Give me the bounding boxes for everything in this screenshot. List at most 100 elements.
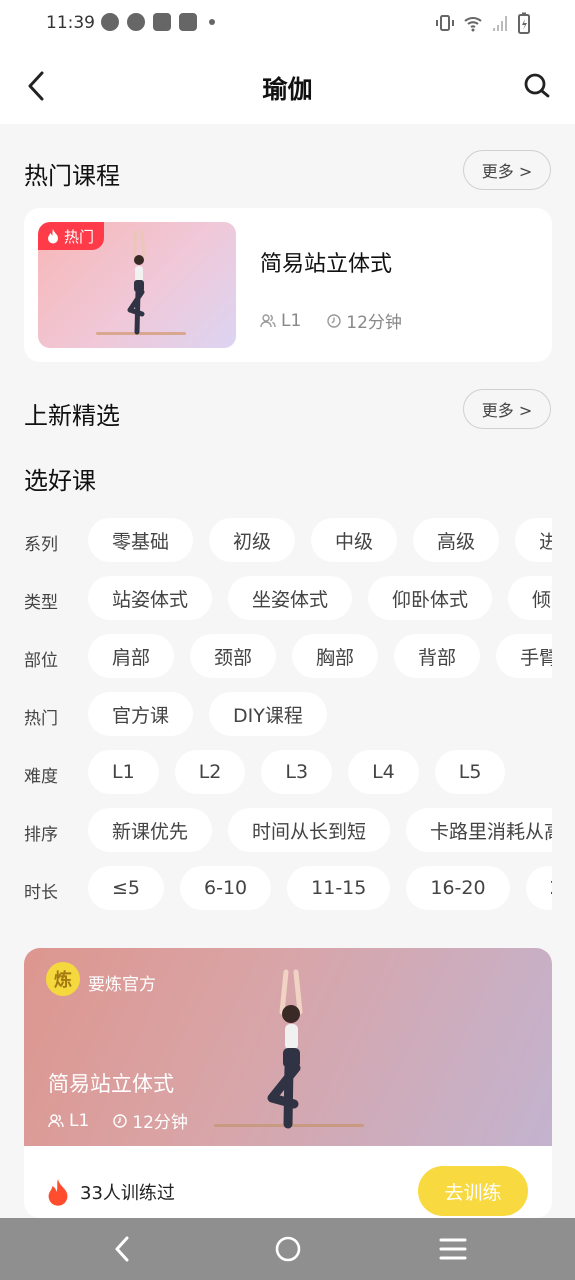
shopping-bag-icon bbox=[179, 13, 197, 31]
top-app-bar: 瑜伽 bbox=[0, 48, 575, 124]
filter-row-series: 系列 零基础 初级 中级 高级 进 bbox=[24, 518, 552, 576]
system-icons bbox=[435, 12, 531, 34]
filter-tag[interactable]: 时间从长到短 bbox=[228, 808, 391, 852]
hot-courses-title: 热门课程 bbox=[24, 162, 120, 190]
filter-label: 部位 bbox=[24, 651, 58, 671]
filter-tag[interactable]: L3 bbox=[261, 750, 333, 794]
new-picks-title: 上新精选 bbox=[24, 402, 120, 430]
filter-tags: 新课优先 时间从长到短 卡路里消耗从高到低 bbox=[88, 808, 552, 852]
status-bar: 11:39 bbox=[0, 0, 575, 48]
filter-tag[interactable]: 高级 bbox=[413, 518, 500, 562]
filter-tag[interactable]: L5 bbox=[434, 750, 506, 794]
nav-home-button[interactable] bbox=[268, 1232, 308, 1266]
notification-icons bbox=[101, 13, 215, 31]
new-picks-more-button[interactable]: 更多 > bbox=[463, 389, 551, 429]
filter-tag[interactable]: 零基础 bbox=[88, 518, 194, 562]
filter-row-type: 类型 站姿体式 坐姿体式 仰卧体式 倾 bbox=[24, 576, 552, 634]
featured-course-name: 简易站立体式 bbox=[48, 1072, 174, 1096]
hot-badge: 热门 bbox=[38, 222, 105, 250]
trained-count: 33人训练过 bbox=[46, 1178, 175, 1206]
filter-label: 系列 bbox=[24, 535, 58, 555]
battery-icon bbox=[518, 12, 530, 34]
filter-tag[interactable]: 倾 bbox=[508, 576, 552, 620]
course-level: L1 bbox=[260, 308, 301, 333]
hot-course-meta: L1 12分钟 bbox=[260, 308, 402, 333]
course-level: L1 bbox=[48, 1108, 89, 1133]
filter-tag[interactable]: 坐姿体式 bbox=[228, 576, 353, 620]
hot-courses-more-button[interactable]: 更多 > bbox=[463, 150, 551, 190]
trained-count-label: 33人训练过 bbox=[80, 1183, 175, 1204]
signal-icon bbox=[493, 16, 507, 31]
search-icon bbox=[524, 73, 550, 98]
filter-tag[interactable]: ≤5 bbox=[88, 866, 165, 910]
users-icon bbox=[260, 313, 276, 327]
filter-tags: 官方课 DIY课程 bbox=[88, 692, 552, 736]
filter-tags: 零基础 初级 中级 高级 进 bbox=[88, 518, 552, 562]
filter-tag[interactable]: 11-15 bbox=[287, 866, 391, 910]
filter-tag[interactable]: 初级 bbox=[209, 518, 296, 562]
hot-course-thumbnail: 热门 bbox=[38, 222, 236, 348]
filter-tag[interactable]: 颈部 bbox=[190, 634, 277, 678]
course-filters: 系列 零基础 初级 中级 高级 进 类型 站姿体式 坐姿体式 仰卧体式 倾 部位… bbox=[24, 518, 552, 924]
filter-tag[interactable]: 16-20 bbox=[406, 866, 510, 910]
nav-back-button[interactable] bbox=[102, 1232, 142, 1266]
settings-icon bbox=[101, 13, 119, 31]
filter-tag[interactable]: 背部 bbox=[394, 634, 481, 678]
flame-icon bbox=[48, 1179, 68, 1206]
nav-menu-button[interactable] bbox=[433, 1232, 473, 1266]
filter-label: 排序 bbox=[24, 825, 58, 845]
page-title: 瑜伽 bbox=[262, 75, 313, 104]
nav-back-icon bbox=[115, 1236, 129, 1262]
filter-tag[interactable]: 官方课 bbox=[88, 692, 194, 736]
status-time: 11:39 bbox=[46, 13, 95, 33]
course-level-value: L1 bbox=[69, 1110, 90, 1131]
filter-row-duration: 时长 ≤5 6-10 11-15 16-20 21-25 bbox=[24, 866, 552, 924]
filter-tags: L1 L2 L3 L4 L5 bbox=[88, 750, 552, 794]
brand-name: 要炼官方 bbox=[88, 975, 156, 995]
filter-tag[interactable]: 21-25 bbox=[525, 866, 552, 910]
hot-course-card[interactable]: 热门 简易站立体式 L1 12分钟 bbox=[24, 208, 552, 362]
filter-tag[interactable]: L4 bbox=[348, 750, 419, 794]
clock-icon bbox=[327, 313, 341, 328]
filter-tag[interactable]: 肩部 bbox=[88, 634, 175, 678]
filter-label: 难度 bbox=[24, 767, 58, 787]
nav-menu-icon bbox=[439, 1238, 467, 1260]
hot-course-name: 简易站立体式 bbox=[260, 252, 393, 277]
app-icon bbox=[127, 13, 145, 31]
clock-icon bbox=[113, 1113, 127, 1128]
filter-tag[interactable]: 卡路里消耗从高到低 bbox=[406, 808, 552, 852]
course-duration-value: 12分钟 bbox=[132, 1113, 188, 1133]
featured-course-meta: L1 12分钟 bbox=[48, 1108, 188, 1133]
filter-tag[interactable]: 站姿体式 bbox=[88, 576, 213, 620]
filter-tag[interactable]: 手臂 bbox=[496, 634, 552, 678]
filter-tag[interactable]: 进 bbox=[515, 518, 552, 562]
filter-row-popular: 热门 官方课 DIY课程 bbox=[24, 692, 552, 750]
course-duration-value: 12分钟 bbox=[346, 313, 402, 333]
filter-tag[interactable]: 6-10 bbox=[180, 866, 272, 910]
filter-tag[interactable]: 新课优先 bbox=[88, 808, 213, 852]
filter-label: 热门 bbox=[24, 709, 58, 729]
system-navigation-bar bbox=[0, 1218, 575, 1280]
course-level-value: L1 bbox=[281, 310, 302, 331]
vibrate-icon bbox=[436, 15, 454, 31]
filter-row-body-part: 部位 肩部 颈部 胸部 背部 手臂 bbox=[24, 634, 552, 692]
filter-tags: ≤5 6-10 11-15 16-20 21-25 bbox=[88, 866, 552, 910]
filter-tag[interactable]: 胸部 bbox=[292, 634, 379, 678]
hot-badge-label: 热门 bbox=[64, 227, 95, 246]
brand-logo: 炼 bbox=[46, 962, 80, 996]
search-button[interactable] bbox=[521, 68, 553, 104]
filter-row-sort: 排序 新课优先 时间从长到短 卡路里消耗从高到低 bbox=[24, 808, 552, 866]
shopping-bag-icon bbox=[153, 13, 171, 31]
start-training-button[interactable]: 去训练 bbox=[418, 1166, 528, 1216]
filter-tag[interactable]: L1 bbox=[88, 750, 159, 794]
wifi-icon bbox=[464, 17, 482, 32]
filter-tag[interactable]: 仰卧体式 bbox=[368, 576, 493, 620]
course-duration: 12分钟 bbox=[327, 308, 402, 333]
filter-tag[interactable]: DIY课程 bbox=[209, 692, 327, 736]
filter-tag[interactable]: 中级 bbox=[311, 518, 398, 562]
featured-course-card[interactable]: 炼 要炼官方 简易站立体式 L1 12分钟 33人训练过 去训练 bbox=[24, 948, 552, 1218]
filter-row-difficulty: 难度 L1 L2 L3 L4 L5 bbox=[24, 750, 552, 808]
featured-course-image: 炼 要炼官方 简易站立体式 L1 12分钟 bbox=[24, 948, 552, 1146]
filter-tag[interactable]: L2 bbox=[174, 750, 246, 794]
filter-tags: 肩部 颈部 胸部 背部 手臂 bbox=[88, 634, 552, 678]
